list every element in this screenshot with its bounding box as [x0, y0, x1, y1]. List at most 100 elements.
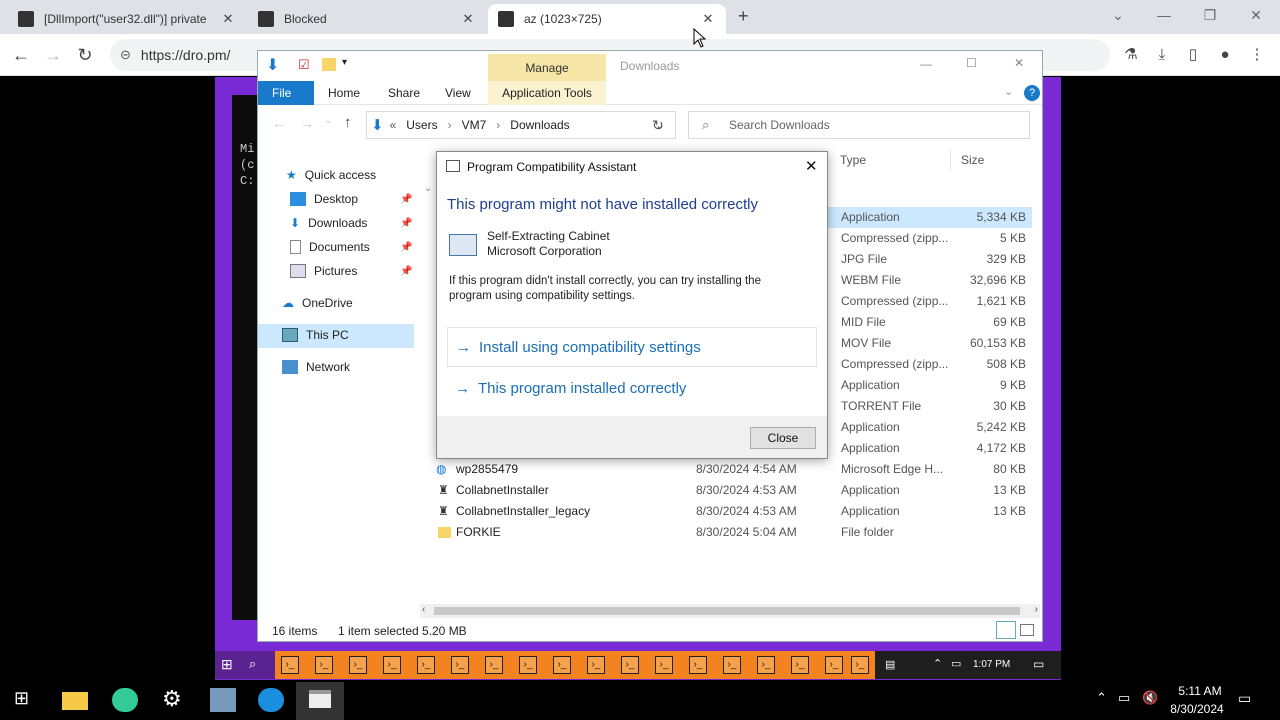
nav-quick-access[interactable]: ★ Quick access — [286, 168, 376, 182]
sidepanel-icon[interactable]: ▯ — [1180, 42, 1206, 68]
tab-blocked[interactable]: Blocked ✕ — [248, 4, 486, 34]
windows-start-icon[interactable]: ⊞ — [14, 688, 29, 709]
up-icon[interactable]: ↑ — [344, 114, 352, 131]
compat-icon[interactable]: ▤ — [885, 658, 895, 671]
terminal-icon[interactable]: ›_ — [757, 656, 775, 674]
network-icon[interactable]: ▭ — [951, 657, 961, 670]
tab-image[interactable]: az (1023×725) ✕ — [488, 4, 726, 34]
forward-icon[interactable]: → — [40, 42, 66, 68]
breadcrumb-downloads[interactable]: Downloads — [510, 118, 569, 132]
breadcrumb-vm7[interactable]: VM7 — [462, 118, 487, 132]
nav-desktop[interactable]: Desktop 📌 — [290, 192, 412, 206]
chrome-icon[interactable] — [112, 688, 138, 712]
windows-start-icon[interactable]: ⊞ — [221, 656, 233, 673]
download-icon[interactable]: ⤓ — [1149, 42, 1175, 68]
nav-pictures[interactable]: Pictures 📌 — [290, 264, 412, 278]
chevron-right-icon[interactable]: › — [448, 118, 452, 132]
properties-icon[interactable]: ☑ — [298, 57, 310, 73]
volume-mute-icon[interactable]: 🔇 — [1142, 690, 1158, 706]
scrollbar-thumb[interactable] — [434, 607, 1020, 615]
terminal-icon[interactable]: ›_ — [349, 656, 367, 674]
close-icon[interactable]: ✕ — [805, 157, 818, 175]
minimize-icon[interactable]: — — [1144, 7, 1184, 23]
chevron-up-icon[interactable]: ⌃ — [1096, 690, 1107, 706]
close-window-icon[interactable]: ✕ — [1236, 7, 1276, 24]
tab-home[interactable]: Home — [314, 81, 374, 105]
terminal-icon[interactable]: ›_ — [451, 656, 469, 674]
large-icons-view-icon[interactable] — [1020, 624, 1034, 636]
restore-icon[interactable]: ❐ — [1190, 7, 1230, 24]
scroll-left-icon[interactable]: ‹ — [422, 604, 425, 615]
file-row[interactable]: ♜ CollabnetInstaller 8/30/2024 4:53 AM A… — [436, 480, 1036, 501]
tab-dllimport[interactable]: [DllImport("user32.dll")] private ✕ — [8, 4, 246, 34]
recent-dropdown-icon[interactable]: ⌄ — [324, 115, 332, 126]
details-view-icon[interactable] — [996, 621, 1016, 639]
search-input[interactable]: Search Downloads — [688, 111, 1030, 139]
close-button[interactable]: Close — [750, 427, 816, 449]
minimize-icon[interactable]: — — [920, 57, 932, 71]
nav-network[interactable]: Network — [282, 360, 350, 374]
forward-icon[interactable]: → — [300, 115, 314, 131]
file-row[interactable]: FORKIE 8/30/2024 5:04 AM File folder — [436, 522, 1036, 543]
terminal-icon[interactable]: ›_ — [621, 656, 639, 674]
terminal-icon[interactable]: ›_ — [791, 656, 809, 674]
network-icon[interactable]: ▭ — [1118, 690, 1130, 706]
settings-gear-icon[interactable]: ⚙ — [162, 686, 182, 712]
ribbon-expand-icon[interactable]: ⌄ — [1004, 85, 1013, 98]
terminal-icon[interactable]: ›_ — [655, 656, 673, 674]
folder-icon[interactable] — [322, 58, 336, 71]
column-header-size[interactable]: Size — [961, 153, 984, 167]
maximize-icon[interactable]: ☐ — [966, 56, 977, 70]
tab-file[interactable]: File — [258, 81, 314, 105]
tab-search-icon[interactable]: ⌄ — [1098, 7, 1138, 24]
tab-share[interactable]: Share — [374, 81, 434, 105]
close-icon[interactable]: ✕ — [700, 11, 716, 27]
site-info-icon[interactable]: ⊝ — [120, 47, 131, 63]
overflow-icon[interactable]: « — [390, 118, 397, 132]
close-icon[interactable]: ✕ — [1014, 56, 1024, 70]
manage-context-tab[interactable]: Manage — [488, 54, 606, 82]
host-clock-date[interactable]: 8/30/2024 — [1166, 702, 1228, 716]
breadcrumb-users[interactable]: Users — [406, 118, 437, 132]
chevron-right-icon[interactable]: › — [496, 118, 500, 132]
tab-application-tools[interactable]: Application Tools — [488, 81, 606, 105]
notification-icon[interactable]: ▭ — [1238, 690, 1251, 707]
terminal-icon[interactable]: ›_ — [723, 656, 741, 674]
nav-documents[interactable]: Documents 📌 — [290, 240, 412, 254]
chevron-up-icon[interactable]: ⌃ — [933, 657, 942, 670]
terminal-icon[interactable]: ›_ — [587, 656, 605, 674]
terminal-icon[interactable]: ›_ — [417, 656, 435, 674]
extension-icon[interactable]: ⚗ — [1118, 42, 1144, 68]
help-icon[interactable]: ? — [1024, 85, 1040, 101]
profile-icon[interactable]: ● — [1212, 42, 1238, 68]
file-row[interactable]: ♜ CollabnetInstaller_legacy 8/30/2024 4:… — [436, 501, 1036, 522]
file-explorer-icon[interactable] — [62, 692, 88, 710]
terminal-icon[interactable]: ›_ — [553, 656, 571, 674]
reload-icon[interactable]: ↻ — [72, 42, 98, 68]
search-icon[interactable]: ⌕ — [249, 656, 256, 672]
terminal-icon[interactable]: ›_ — [383, 656, 401, 674]
close-icon[interactable]: ✕ — [460, 11, 476, 27]
install-compat-option[interactable]: → Install using compatibility settings — [447, 327, 817, 367]
address-bar[interactable]: ⬇ « Users › VM7 › Downloads ⌄ — [366, 111, 676, 139]
refresh-icon[interactable]: ↻ — [652, 117, 664, 134]
nav-onedrive[interactable]: ☁ OneDrive — [282, 296, 353, 310]
notepad-icon[interactable] — [309, 690, 331, 708]
terminal-icon[interactable]: ›_ — [485, 656, 503, 674]
column-header-type[interactable]: Type — [840, 153, 866, 167]
terminal-icon[interactable]: ›_ — [689, 656, 707, 674]
nav-downloads[interactable]: ⬇ Downloads 📌 — [290, 216, 412, 230]
notification-icon[interactable]: ▭ — [1033, 657, 1044, 671]
scroll-right-icon[interactable]: › — [1035, 604, 1038, 615]
back-icon[interactable]: ← — [8, 42, 34, 68]
app-icon[interactable] — [210, 688, 236, 712]
terminal-icon[interactable]: ›_ — [851, 656, 869, 674]
close-icon[interactable]: ✕ — [220, 11, 236, 27]
file-row[interactable]: ◍ wp2855479 8/30/2024 4:54 AM Microsoft … — [436, 459, 1036, 480]
terminal-icon[interactable]: ›_ — [315, 656, 333, 674]
installed-correctly-option[interactable]: → This program installed correctly — [447, 368, 817, 408]
back-icon[interactable]: ← — [272, 115, 286, 131]
qat-dropdown-icon[interactable]: ▾ — [342, 57, 347, 68]
horizontal-scrollbar[interactable]: ‹ › — [420, 604, 1040, 618]
new-tab-button[interactable]: + — [738, 6, 749, 27]
